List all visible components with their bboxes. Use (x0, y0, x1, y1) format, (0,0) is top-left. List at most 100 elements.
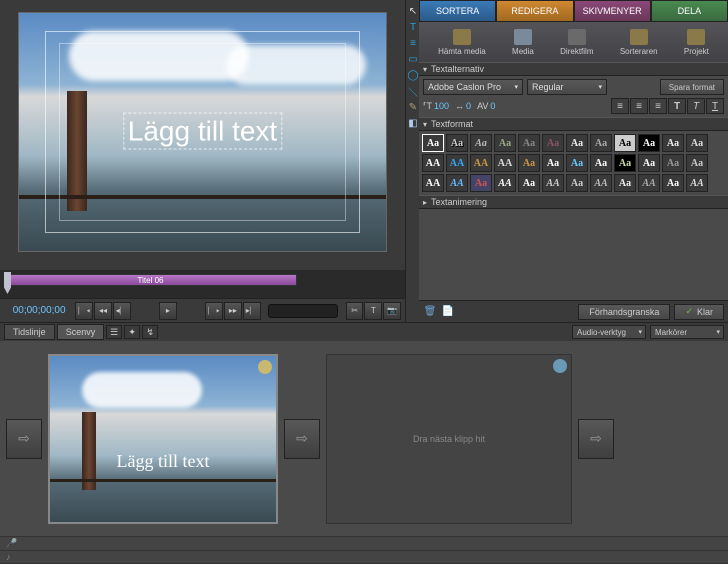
preview-button[interactable]: Förhandsgranska (578, 304, 670, 320)
text-style-item[interactable]: Aa (590, 134, 612, 152)
scene-prev-button[interactable]: ⇨ (6, 419, 42, 459)
text-style-item[interactable]: Aa (518, 134, 540, 152)
mini-timeline[interactable]: Titel 06 (0, 270, 405, 298)
text-style-item[interactable]: Aa (686, 134, 708, 152)
text-style-item[interactable]: AA (422, 174, 444, 192)
text-style-item[interactable]: Aa (566, 174, 588, 192)
snapshot-button[interactable]: 📷 (383, 302, 401, 320)
text-style-item[interactable]: AA (470, 154, 492, 172)
scene-thumbnail[interactable]: Lägg till text (48, 354, 278, 524)
text-style-item[interactable]: AA (590, 174, 612, 192)
rectangle-tool-icon[interactable]: ▭ (407, 52, 419, 66)
timecode-display[interactable]: 00;00;00;00 (4, 305, 74, 316)
text-style-item[interactable]: Aa (662, 154, 684, 172)
align-right-button[interactable]: ≡ (649, 98, 667, 114)
effects-icon[interactable]: ✦ (124, 325, 140, 339)
tab-tidslinje[interactable]: Tidslinje (4, 324, 55, 340)
scene-dropzone[interactable]: Dra nästa klipp hit (326, 354, 572, 524)
rewind-button[interactable]: ◂◂ (94, 302, 112, 320)
new-title-icon[interactable]: 📄 (441, 305, 455, 319)
goto-in-button[interactable]: ⎸◂ (75, 302, 93, 320)
text-style-item[interactable]: Aa (494, 134, 516, 152)
scene-next2-button[interactable]: ⇨ (578, 419, 614, 459)
bold-button[interactable]: T (668, 98, 686, 114)
text-style-item[interactable]: Aa (662, 174, 684, 192)
font-weight-dropdown[interactable]: Regular (527, 79, 607, 95)
selection-tool-icon[interactable]: ↖ (407, 4, 419, 18)
text-style-item[interactable]: AA (446, 154, 468, 172)
tab-redigera[interactable]: REDIGERA (496, 0, 573, 22)
text-style-item[interactable]: Aa (518, 174, 540, 192)
text-style-item[interactable]: Aa (446, 134, 468, 152)
save-format-button[interactable]: Spara format (660, 79, 724, 95)
title-safe-toggle[interactable]: T (364, 302, 382, 320)
color-tool-icon[interactable]: ◧ (407, 116, 419, 130)
tab-sortera[interactable]: SORTERA (419, 0, 496, 22)
text-style-item[interactable]: Aa (422, 134, 444, 152)
text-style-item[interactable]: Aa (614, 134, 636, 152)
text-style-item[interactable]: AA (542, 174, 564, 192)
text-style-item[interactable]: Aa (566, 134, 588, 152)
section-textanimering[interactable]: Textanimering (419, 195, 728, 209)
title-text-editable[interactable]: Lägg till text (123, 116, 282, 149)
scene-next-button[interactable]: ⇨ (284, 419, 320, 459)
line-tool-icon[interactable]: ＼ (407, 84, 419, 98)
timeline-menu-icon[interactable]: ☰ (106, 325, 122, 339)
text-style-item[interactable]: Aa (614, 174, 636, 192)
narration-track[interactable]: 🎤 (0, 537, 728, 551)
text-style-item[interactable]: Aa (470, 174, 492, 192)
text-style-item[interactable]: Aa (542, 134, 564, 152)
audio-tools-dropdown[interactable]: Audio-verktyg (572, 325, 646, 339)
fast-forward-button[interactable]: ▸▸ (224, 302, 242, 320)
media-button[interactable]: Media (512, 29, 534, 56)
text-style-item[interactable]: Aa (638, 154, 660, 172)
underline-button[interactable]: T (706, 98, 724, 114)
done-button[interactable]: Klar (674, 304, 724, 320)
pen-tool-icon[interactable]: ✎ (407, 100, 419, 114)
italic-button[interactable]: T (687, 98, 705, 114)
text-style-item[interactable]: Aa (566, 154, 588, 172)
text-style-item[interactable]: Aa (470, 134, 492, 152)
tab-scenvy[interactable]: Scenvy (57, 324, 105, 340)
leading-field[interactable]: AV 0 (477, 101, 495, 111)
text-style-item[interactable]: Aa (662, 134, 684, 152)
goto-out-button[interactable]: ▸⎸ (243, 302, 261, 320)
text-style-item[interactable]: AA (494, 154, 516, 172)
shuttle-slider[interactable] (268, 304, 338, 318)
text-style-item[interactable]: Aa (686, 154, 708, 172)
text-style-item[interactable]: Aa (614, 154, 636, 172)
text-style-item[interactable]: AA (638, 174, 660, 192)
align-left-button[interactable]: ≡ (611, 98, 629, 114)
tab-skivmenyer[interactable]: SKIVMENYER (574, 0, 651, 22)
align-center-button[interactable]: ≡ (630, 98, 648, 114)
font-size-field[interactable]: ⸢T 100 (423, 101, 449, 112)
playhead[interactable] (4, 272, 11, 294)
instant-movie-button[interactable]: Direktfilm (560, 29, 593, 56)
get-media-button[interactable]: Hämta media (438, 29, 486, 56)
markers-dropdown[interactable]: Markörer (650, 325, 724, 339)
kerning-field[interactable]: ↔ 0 (455, 101, 471, 111)
text-style-item[interactable]: AA (494, 174, 516, 192)
play-button[interactable]: ▸ (159, 302, 177, 320)
text-tool-icon[interactable]: T (407, 20, 419, 34)
split-clip-button[interactable]: ✂ (346, 302, 364, 320)
step-forward-button[interactable]: ⎸▸ (205, 302, 223, 320)
ellipse-tool-icon[interactable]: ◯ (407, 68, 419, 82)
text-style-item[interactable]: AA (446, 174, 468, 192)
preview-area[interactable]: Lägg till text (0, 0, 405, 270)
step-back-button[interactable]: ◂⎸ (113, 302, 131, 320)
vertical-text-tool-icon[interactable]: ≡ (407, 36, 419, 50)
project-button[interactable]: Projekt (684, 29, 709, 56)
organizer-button[interactable]: Sorteraren (620, 29, 658, 56)
text-style-item[interactable]: Aa (542, 154, 564, 172)
text-style-item[interactable]: Aa (518, 154, 540, 172)
tab-dela[interactable]: DELA (651, 0, 728, 22)
section-textformat[interactable]: Textformat (419, 117, 728, 131)
text-style-item[interactable]: AA (422, 154, 444, 172)
transitions-icon[interactable]: ↯ (142, 325, 158, 339)
text-style-item[interactable]: Aa (590, 154, 612, 172)
text-style-item[interactable]: AA (686, 174, 708, 192)
text-style-item[interactable]: Aa (638, 134, 660, 152)
title-clip[interactable]: Titel 06 (4, 274, 297, 286)
delete-icon[interactable]: 🗑 (423, 305, 437, 319)
